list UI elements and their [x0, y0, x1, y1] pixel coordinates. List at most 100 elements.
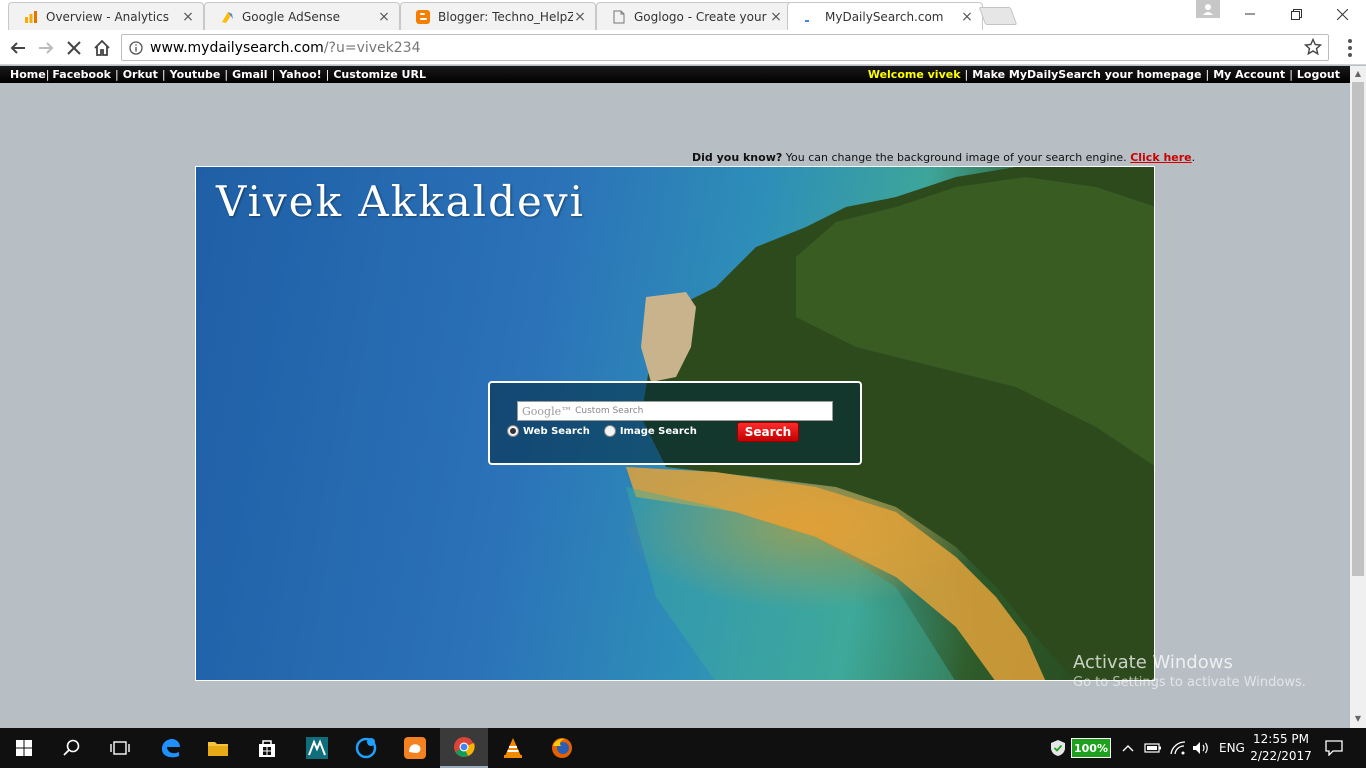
back-icon[interactable]: [6, 36, 30, 60]
browser-tab-strip: Overview - Analytics × Google AdSense × …: [0, 0, 1366, 30]
analytics-icon: [23, 9, 39, 25]
nav-gmail-link[interactable]: Gmail: [232, 68, 267, 81]
scrollbar-thumb[interactable]: [1352, 82, 1364, 576]
change-background-link[interactable]: Click here: [1130, 151, 1191, 164]
nav-left: Home | Facebook | Orkut | Youtube | Gmail | Y…: [10, 68, 426, 81]
windows-start-icon[interactable]: [0, 728, 48, 768]
profile-icon[interactable]: [1196, 0, 1220, 18]
bookmark-star-icon[interactable]: [1303, 37, 1323, 60]
tab-title: Overview - Analytics: [46, 9, 169, 24]
app-icon[interactable]: [293, 728, 341, 768]
scroll-up-icon[interactable]: ▲: [1353, 69, 1363, 79]
activate-windows-watermark: Activate Windows Go to Settings to activ…: [1073, 652, 1306, 690]
adsense-icon: [219, 9, 235, 25]
welcome-text: Welcome vivek: [867, 68, 961, 81]
page-icon: [611, 9, 627, 25]
nav-facebook-link[interactable]: Facebook: [52, 68, 111, 81]
watermark-title: Activate Windows: [1073, 652, 1233, 673]
minimize-icon[interactable]: [1227, 0, 1273, 28]
image-search-label[interactable]: Image Search: [620, 426, 697, 437]
close-icon[interactable]: ×: [960, 9, 974, 25]
language-indicator[interactable]: ENG: [1219, 728, 1245, 768]
tab-adsense[interactable]: Google AdSense ×: [204, 2, 400, 30]
nav-customize-url-link[interactable]: Customize URL: [333, 68, 426, 81]
tab-title: Google AdSense: [242, 9, 340, 24]
forward-icon[interactable]: [34, 36, 58, 60]
page-scrollbar[interactable]: ▲ ▼: [1350, 66, 1366, 728]
hero-logo-name: Vivek Akkaldevi: [216, 177, 586, 226]
close-icon[interactable]: ×: [769, 9, 783, 25]
new-tab-button[interactable]: [978, 7, 1018, 25]
tab-analytics[interactable]: Overview - Analytics ×: [8, 2, 204, 30]
windows-taskbar: 100% ENG 12:55 PM 2/22/2017: [0, 728, 1366, 768]
store-icon[interactable]: [243, 728, 291, 768]
clock-date: 2/22/2017: [1250, 749, 1312, 763]
nav-yahoo-link[interactable]: Yahoo!: [279, 68, 321, 81]
window-close-icon[interactable]: [1319, 0, 1365, 28]
search-type-options: Web Search Image Search: [507, 425, 707, 437]
close-icon[interactable]: ×: [573, 9, 587, 25]
search-button[interactable]: Search: [737, 422, 799, 442]
web-page: Home | Facebook | Orkut | Youtube | Gmail | Y…: [0, 66, 1350, 728]
antivirus-icon[interactable]: [1050, 728, 1066, 768]
search-placeholder: Custom Search: [575, 406, 644, 416]
search-input[interactable]: Google™ Custom Search: [517, 401, 833, 421]
nav-right: Welcome vivek | Make MyDailySearch your h…: [867, 68, 1340, 81]
close-icon[interactable]: ×: [181, 9, 195, 25]
tab-title: Goglogo - Create your O: [634, 9, 769, 24]
did-you-know-end: .: [1191, 151, 1196, 164]
task-view-icon[interactable]: [96, 728, 144, 768]
loading-icon: [802, 9, 818, 25]
make-homepage-link[interactable]: Make MyDailySearch your homepage: [972, 68, 1201, 81]
scroll-down-icon[interactable]: ▼: [1353, 714, 1363, 724]
sync-app-icon[interactable]: [342, 728, 390, 768]
site-top-nav: Home | Facebook | Orkut | Youtube | Gmail | Y…: [0, 66, 1350, 83]
notifications-icon[interactable]: [1325, 728, 1343, 768]
nav-youtube-link[interactable]: Youtube: [170, 68, 221, 81]
address-bar[interactable]: www.mydailysearch.com /?u=vivek234: [121, 34, 1329, 61]
did-you-know-label: Did you know?: [692, 151, 783, 164]
url-path: /?u=vivek234: [323, 39, 421, 56]
battery-indicator[interactable]: 100%: [1071, 738, 1111, 758]
url-host: www.mydailysearch.com: [150, 39, 324, 56]
file-explorer-icon[interactable]: [194, 728, 242, 768]
watermark-subtitle: Go to Settings to activate Windows.: [1073, 675, 1306, 690]
chrome-icon[interactable]: [440, 728, 488, 768]
close-icon[interactable]: ×: [377, 9, 391, 25]
wifi-icon[interactable]: [1170, 728, 1186, 768]
chevron-up-icon[interactable]: [1122, 728, 1134, 768]
web-search-label[interactable]: Web Search: [523, 426, 590, 437]
restore-icon[interactable]: [1273, 0, 1319, 28]
logout-link[interactable]: Logout: [1297, 68, 1340, 81]
blogger-icon: [415, 9, 431, 25]
nav-home-link[interactable]: Home: [10, 68, 46, 81]
battery-icon[interactable]: [1144, 728, 1162, 768]
google-label: Google™: [522, 404, 573, 418]
web-search-radio[interactable]: [507, 425, 519, 437]
search-icon[interactable]: [48, 728, 96, 768]
browser-toolbar: www.mydailysearch.com /?u=vivek234: [0, 30, 1366, 65]
tab-title: MyDailySearch.com: [825, 9, 944, 24]
edge-icon[interactable]: [146, 728, 194, 768]
tab-goglogo[interactable]: Goglogo - Create your O ×: [596, 2, 792, 30]
firefox-icon[interactable]: [538, 728, 586, 768]
tab-mydailysearch[interactable]: MyDailySearch.com ×: [787, 2, 983, 30]
clock-time: 12:55 PM: [1253, 732, 1309, 746]
search-panel: Google™ Custom Search Web Search Image S…: [488, 381, 862, 465]
info-icon[interactable]: [122, 40, 150, 55]
stop-icon[interactable]: [62, 36, 86, 60]
system-clock[interactable]: 12:55 PM 2/22/2017: [1250, 731, 1312, 765]
browser-menu-icon[interactable]: [1340, 36, 1360, 60]
hero-background: Vivek Akkaldevi Google™ Custom Search We…: [195, 166, 1155, 681]
my-account-link[interactable]: My Account: [1213, 68, 1285, 81]
home-icon[interactable]: [90, 36, 114, 60]
volume-icon[interactable]: [1192, 728, 1210, 768]
nav-orkut-link[interactable]: Orkut: [123, 68, 158, 81]
vlc-icon[interactable]: [489, 728, 537, 768]
tab-title: Blogger: Techno_HelpZo: [438, 9, 573, 24]
uc-browser-icon[interactable]: [391, 728, 439, 768]
did-you-know-text: You can change the background image of y…: [782, 151, 1131, 164]
tab-blogger[interactable]: Blogger: Techno_HelpZo ×: [400, 2, 596, 30]
did-you-know-note: Did you know? You can change the backgro…: [692, 151, 1195, 164]
image-search-radio[interactable]: [603, 425, 616, 437]
